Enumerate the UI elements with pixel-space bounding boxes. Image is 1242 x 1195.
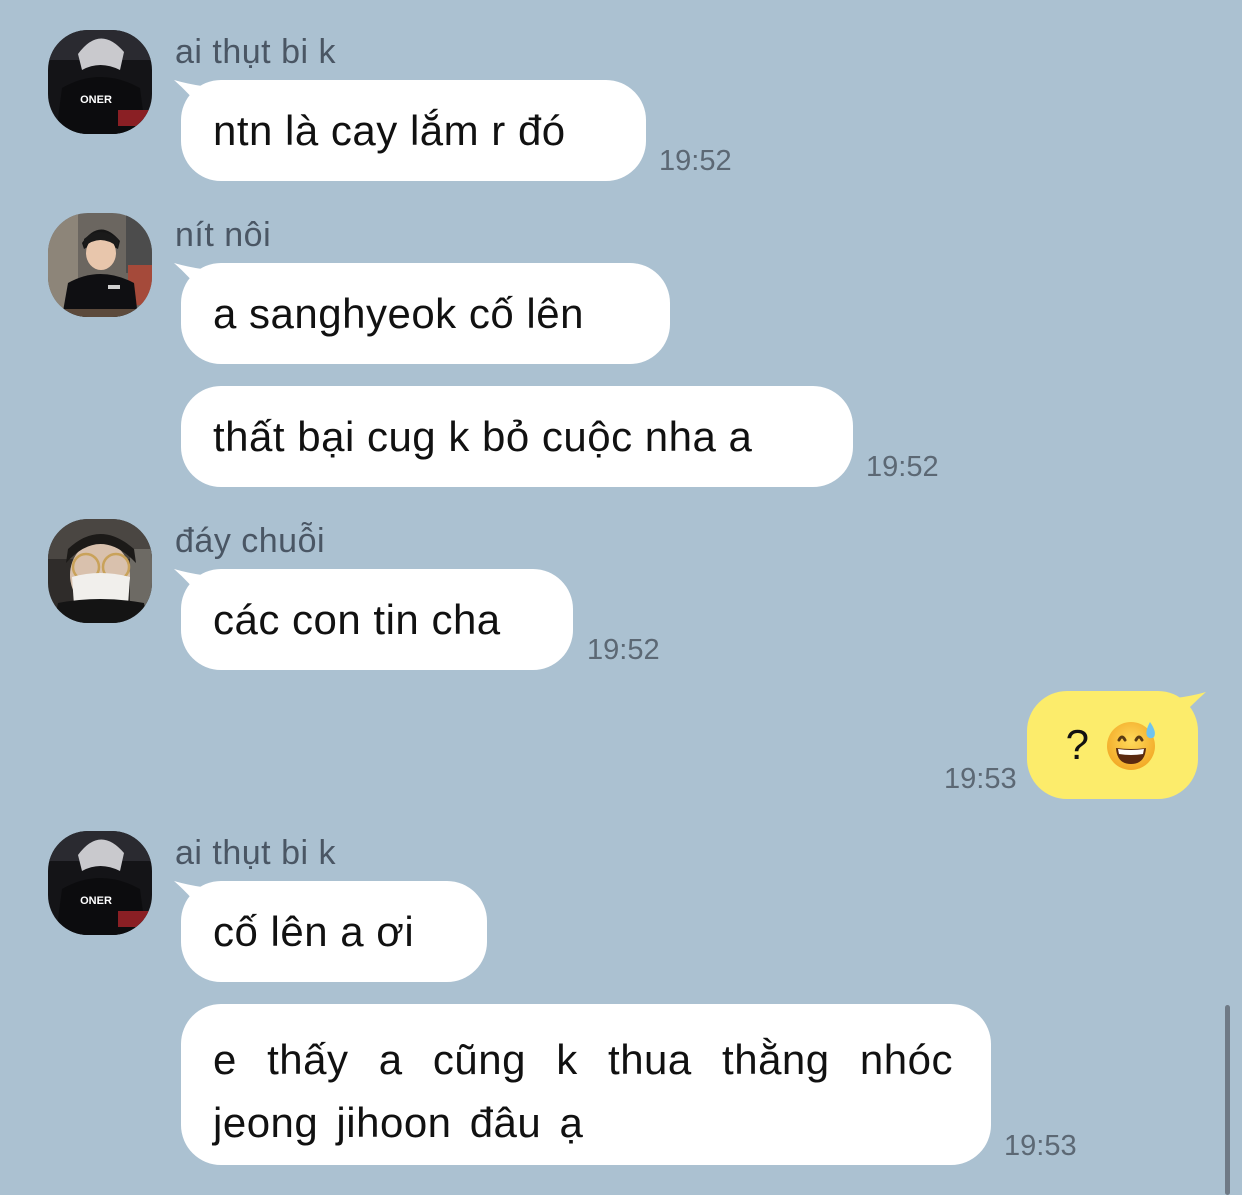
sender-name: ai thụt bi k bbox=[175, 33, 336, 71]
avatar[interactable]: ONER bbox=[48, 831, 152, 935]
scrollbar[interactable] bbox=[1225, 1005, 1230, 1195]
grinning-face-with-sweat-icon bbox=[1107, 722, 1156, 770]
avatar[interactable] bbox=[48, 213, 152, 317]
avatar[interactable] bbox=[48, 519, 152, 623]
message-bubble[interactable]: e thấy a cũng k thua thằng nhóc jeong ji… bbox=[181, 1004, 991, 1165]
message-bubble[interactable]: a sanghyeok cố lên bbox=[181, 263, 670, 364]
message-bubble[interactable]: cố lên a ơi bbox=[181, 881, 487, 982]
timestamp: 19:53 bbox=[1004, 1130, 1077, 1162]
chat-room: ONER ai thụt bi k ntn là cay lắm r đó 19… bbox=[0, 0, 1242, 1195]
sender-name: ai thụt bi k bbox=[175, 834, 336, 872]
message-bubble[interactable]: ntn là cay lắm r đó bbox=[181, 80, 646, 181]
message-bubble[interactable]: thất bại cug k bỏ cuộc nha a bbox=[181, 386, 853, 487]
jersey-text: ONER bbox=[80, 895, 112, 907]
timestamp: 19:52 bbox=[587, 634, 660, 666]
jersey-text: ONER bbox=[80, 94, 112, 106]
my-message-bubble[interactable]: ? bbox=[1027, 691, 1198, 799]
sender-name: nít nôi bbox=[175, 216, 272, 254]
timestamp: 19:52 bbox=[659, 145, 732, 177]
message-bubble[interactable]: các con tin cha bbox=[181, 569, 573, 670]
sender-name: đáy chuỗi bbox=[175, 522, 326, 560]
message-text: ? bbox=[1065, 721, 1090, 768]
avatar[interactable]: ONER bbox=[48, 30, 152, 134]
timestamp: 19:52 bbox=[866, 451, 939, 483]
bubble-tail bbox=[1176, 692, 1206, 722]
timestamp: 19:53 bbox=[944, 763, 1017, 795]
